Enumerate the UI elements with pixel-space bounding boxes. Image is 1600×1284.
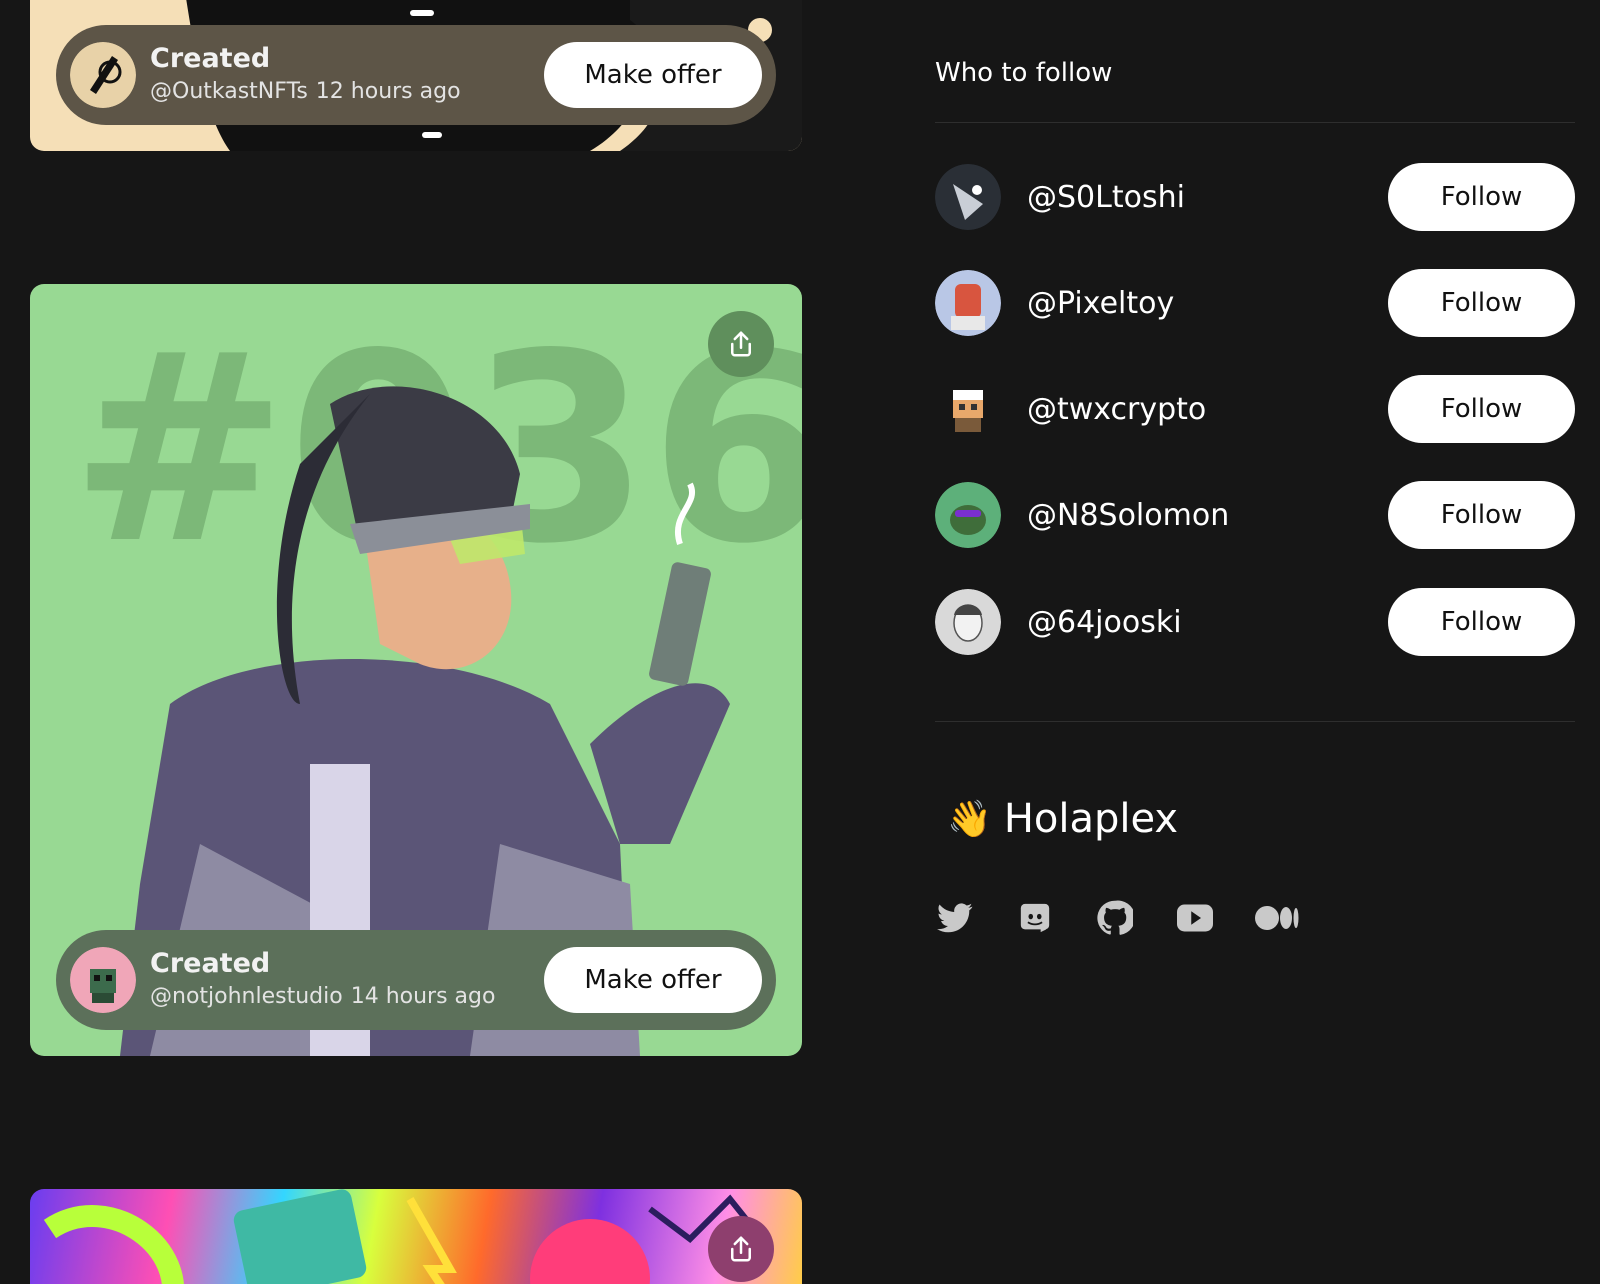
who-to-follow-title: Who to follow (935, 58, 1113, 88)
follow-row: @Pixeltoy Follow (935, 269, 1575, 337)
follow-button[interactable]: Follow (1388, 163, 1575, 231)
wave-emoji: 👋 (947, 799, 992, 840)
follow-row: @twxcrypto Follow (935, 375, 1575, 443)
follow-row: @64jooski Follow (935, 588, 1575, 656)
nft-card[interactable]: #036 Cr (30, 284, 802, 1056)
github-icon[interactable] (1095, 898, 1135, 938)
user-handle[interactable]: @64jooski (1027, 605, 1388, 640)
medium-icon[interactable] (1255, 898, 1299, 938)
follow-button[interactable]: Follow (1388, 588, 1575, 656)
user-avatar[interactable] (935, 164, 1001, 230)
make-offer-button[interactable]: Make offer (544, 947, 762, 1013)
nft-card[interactable]: Created @OutkastNFTs 12 hours ago Make of… (30, 0, 802, 151)
nft-card[interactable] (30, 1189, 802, 1284)
created-bar: Created @notjohnlestudio 14 hours ago Mak… (56, 930, 776, 1030)
follow-button[interactable]: Follow (1388, 375, 1575, 443)
user-avatar[interactable] (935, 376, 1001, 442)
user-handle[interactable]: @twxcrypto (1027, 392, 1388, 427)
share-icon (731, 331, 751, 357)
share-icon (731, 1236, 751, 1262)
follow-button[interactable]: Follow (1388, 269, 1575, 337)
share-button[interactable] (708, 311, 774, 377)
feed-page: Created @OutkastNFTs 12 hours ago Make of… (0, 0, 1600, 1284)
created-time: 14 hours ago (350, 984, 496, 1009)
user-handle[interactable]: @S0Ltoshi (1027, 180, 1388, 215)
social-links (935, 898, 1339, 938)
nft-artwork (43, 1189, 773, 1284)
creator-avatar[interactable] (70, 947, 136, 1013)
creator-handle[interactable]: @notjohnlestudio (150, 984, 343, 1009)
created-bar: Created @OutkastNFTs 12 hours ago Make of… (56, 25, 776, 125)
user-avatar[interactable] (935, 589, 1001, 655)
creator-handle[interactable]: @OutkastNFTs (150, 79, 308, 104)
created-time: 12 hours ago (315, 79, 461, 104)
created-label: Created (150, 948, 271, 979)
twitter-icon[interactable] (935, 898, 975, 938)
user-avatar[interactable] (935, 270, 1001, 336)
make-offer-button[interactable]: Make offer (544, 42, 762, 108)
user-handle[interactable]: @N8Solomon (1027, 498, 1388, 533)
follow-button[interactable]: Follow (1388, 481, 1575, 549)
discord-icon[interactable] (1015, 898, 1055, 938)
created-label: Created (150, 43, 271, 74)
follow-row: @S0Ltoshi Follow (935, 163, 1575, 231)
holaplex-brand[interactable]: 👋 Holaplex (947, 796, 1178, 842)
divider (935, 721, 1575, 722)
youtube-icon[interactable] (1175, 898, 1215, 938)
user-avatar[interactable] (935, 482, 1001, 548)
user-handle[interactable]: @Pixeltoy (1027, 286, 1388, 321)
creator-avatar[interactable] (70, 42, 136, 108)
share-button[interactable] (708, 1216, 774, 1282)
follow-row: @N8Solomon Follow (935, 481, 1575, 549)
brand-name: Holaplex (1003, 796, 1179, 842)
divider (935, 122, 1575, 123)
